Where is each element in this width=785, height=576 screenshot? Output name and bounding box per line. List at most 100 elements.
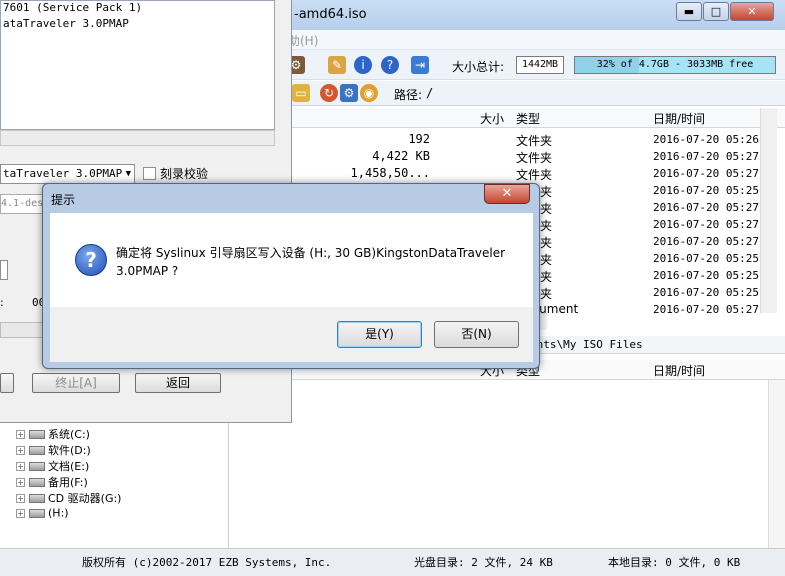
file-date: 2016-07-20 05:27 [653, 167, 759, 180]
device-list-scrollbar[interactable] [0, 130, 275, 146]
exit-icon[interactable]: ⇥ [411, 56, 429, 74]
drive-tree-item[interactable]: + (H:) [16, 506, 69, 522]
drive-tree-item[interactable]: + 文档(E:) [16, 458, 89, 474]
minimize-button[interactable]: ▬ [676, 2, 702, 21]
file-row[interactable]: 1,458,50... 文件夹 2016-07-20 05:27 [230, 165, 760, 182]
expand-icon[interactable]: + [16, 477, 25, 487]
file-date: 2016-07-20 05:25 [653, 252, 759, 265]
drive-label: CD 驱动器(G:) [48, 492, 122, 505]
drive-tree-item[interactable]: + 系统(C:) [16, 426, 90, 442]
drive-label: 软件(D:) [48, 444, 91, 457]
verify-checkbox[interactable] [143, 167, 156, 180]
file-date: 2016-07-20 05:25 [653, 286, 759, 299]
menu-help[interactable]: 助(H) [288, 32, 318, 49]
dialog-body: ? 确定将 Syslinux 引导扇区写入设备 (H:, 30 GB)Kings… [50, 213, 533, 307]
file-date: 2016-07-20 05:27 [653, 150, 759, 163]
elapsed-label: : [0, 296, 4, 309]
device-line: 7601 (Service Pack 1) [3, 1, 143, 14]
drive-label: 备用(F:) [48, 476, 88, 489]
secondary-toolbar: ▭ ↻ ⚙ ◉ 路径: / [230, 81, 785, 106]
file-date: 2016-07-20 05:27 [653, 201, 759, 214]
maximize-button[interactable]: □ [703, 2, 729, 21]
burn-icon[interactable]: ◉ [360, 84, 378, 102]
drive-icon [29, 477, 45, 487]
status-copyright: 版权所有 (c)2002-2017 EZB Systems, Inc. [82, 556, 332, 569]
drive-label: 文档(E:) [48, 460, 90, 473]
expand-icon[interactable]: + [16, 493, 25, 503]
total-size-value: 1442MB [516, 56, 564, 74]
local-header-date[interactable]: 日期/时间 [653, 362, 705, 379]
header-type[interactable]: 类型 [516, 110, 540, 127]
capacity-text: 32% of 4.7GB - 3033MB free [596, 59, 754, 70]
file-date: 2016-07-20 05:25 [653, 269, 759, 282]
file-type: 文件夹 [516, 151, 553, 165]
header-size[interactable]: 大小 [480, 110, 504, 127]
dialog-close-button[interactable]: ✕ [484, 184, 530, 204]
help-icon[interactable]: ? [381, 56, 399, 74]
file-row[interactable]: 4,422 KB 文件夹 2016-07-20 05:27 [230, 148, 760, 165]
file-date: 2016-07-20 05:27 [653, 303, 759, 316]
drive-icon [29, 429, 45, 439]
no-button[interactable]: 否(N) [434, 321, 519, 348]
drive-icon [29, 508, 45, 518]
expand-icon[interactable]: + [16, 429, 25, 439]
dialog-title: 提示 [51, 193, 76, 207]
file-date: 2016-07-20 05:27 [653, 218, 759, 231]
back-button[interactable]: 返回 [135, 373, 221, 393]
menu-bar: 助(H) [230, 30, 785, 50]
device-line: ataTraveler 3.0PMAP [3, 17, 129, 30]
write-button[interactable] [0, 373, 14, 393]
file-date: 2016-07-20 05:27 [653, 235, 759, 248]
yes-button[interactable]: 是(Y) [337, 321, 422, 348]
file-type: 文件夹 [516, 134, 553, 148]
status-cd-directory: 光盘目录: 2 文件, 24 KB [414, 556, 553, 569]
file-size: 4,422 KB [372, 149, 430, 163]
confirm-dialog: 提示 ✕ ? 确定将 Syslinux 引导扇区写入设备 (H:, 30 GB)… [42, 183, 540, 369]
file-size: 192 [408, 132, 430, 146]
status-bar: 版权所有 (c)2002-2017 EZB Systems, Inc. 光盘目录… [0, 548, 785, 576]
drive-tree-item[interactable]: + CD 驱动器(G:) [16, 490, 121, 506]
drive-label: 系统(C:) [48, 428, 90, 441]
file-row[interactable]: 192 文件夹 2016-07-20 05:26 [230, 131, 760, 148]
device-list[interactable]: 7601 (Service Pack 1) ataTraveler 3.0PMA… [0, 0, 275, 130]
local-list-scrollbar[interactable] [768, 380, 785, 550]
question-icon: ? [75, 244, 107, 276]
dialog-message: 确定将 Syslinux 引导扇区写入设备 (H:, 30 GB)Kingsto… [116, 246, 506, 278]
header-date[interactable]: 日期/时间 [653, 110, 705, 127]
expand-icon[interactable]: + [16, 445, 25, 455]
drive-icon [29, 461, 45, 471]
abort-button[interactable]: 终止[A] [32, 373, 120, 393]
title-bar: -amd64.iso ▬ □ ✕ [230, 0, 785, 30]
toolbar: ⚙ ✎ i ? ⇥ 大小总计: 1442MB 32% of 4.7GB - 30… [230, 50, 785, 80]
file-date: 2016-07-20 05:25 [653, 184, 759, 197]
capacity-bar: 32% of 4.7GB - 3033MB free [574, 56, 776, 74]
file-date: 2016-07-20 05:26 [653, 133, 759, 146]
method-select[interactable] [0, 260, 8, 280]
expand-icon[interactable]: + [16, 508, 25, 518]
file-list-scrollbar[interactable] [760, 108, 777, 313]
path-label: 路径: [394, 88, 423, 102]
drive-label: (H:) [48, 506, 69, 520]
path-value: / [426, 86, 434, 100]
folder-icon[interactable]: ▭ [292, 84, 310, 102]
status-local-directory: 本地目录: 0 文件, 0 KB [608, 556, 741, 569]
expand-icon[interactable]: + [16, 461, 25, 471]
extract-icon[interactable]: ✎ [328, 56, 346, 74]
file-type: 文件夹 [516, 168, 553, 182]
drive-tree: + 系统(C:) + 软件(D:) + 文档(E:) + 备用(F:) + CD 驱动器(G:) +… [0, 423, 229, 548]
dialog-footer: 是(Y) 否(N) [50, 307, 533, 362]
verify-label: 刻录校验 [160, 167, 209, 181]
drive-select[interactable]: taTraveler 3.0PMAP ▼ [0, 164, 135, 184]
refresh-icon[interactable]: ↻ [320, 84, 338, 102]
drive-tree-item[interactable]: + 软件(D:) [16, 442, 91, 458]
close-button[interactable]: ✕ [730, 2, 774, 21]
info-icon[interactable]: i [354, 56, 372, 74]
file-list-header: 大小 类型 日期/时间 [230, 108, 785, 128]
file-size: 1,458,50... [350, 166, 430, 180]
drive-icon [29, 493, 45, 503]
drive-tree-item[interactable]: + 备用(F:) [16, 474, 88, 490]
drive-icon [29, 445, 45, 455]
local-path: ents\My ISO Files [530, 338, 643, 351]
gear-icon[interactable]: ⚙ [340, 84, 358, 102]
total-size-label: 大小总计: [452, 60, 505, 74]
